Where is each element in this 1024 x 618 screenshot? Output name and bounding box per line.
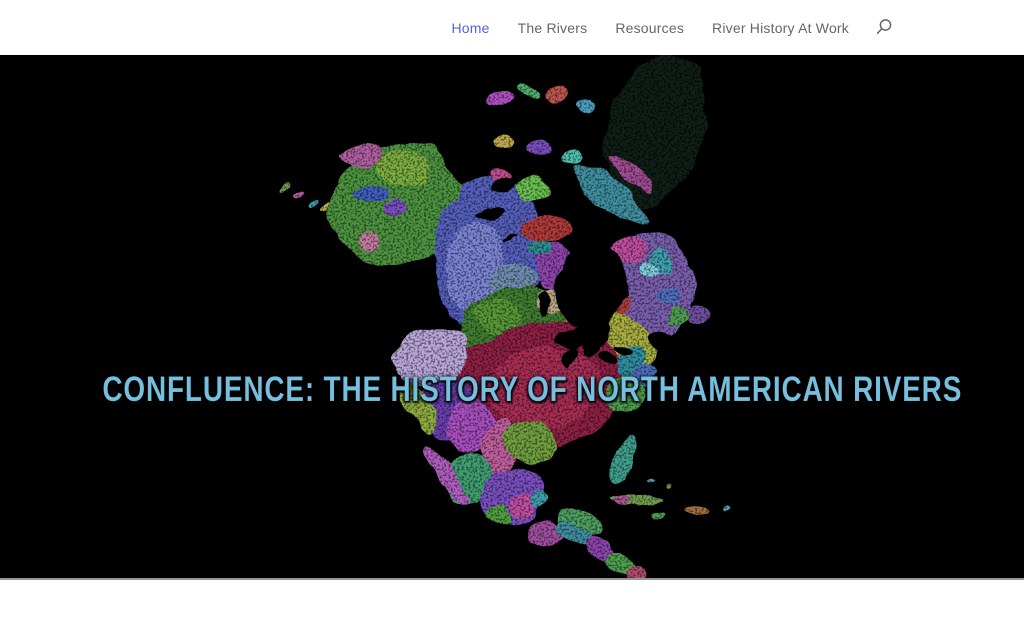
main-nav: Home The Rivers Resources River History At …: [451, 20, 849, 36]
basin-quebec-cyan: [638, 259, 658, 275]
basin-bahama-1: [647, 477, 653, 481]
hero-section: CONFLUENCE: THE HISTORY OF NORTH AMERICA…: [0, 55, 1024, 578]
basin-saskatchewan-light-green: [472, 299, 524, 331]
basin-arctic-island-7: [560, 151, 582, 165]
hero-title: CONFLUENCE: THE HISTORY OF NORTH AMERICA…: [102, 369, 921, 411]
basin-yukon-delta-blue: [357, 184, 387, 202]
search-button[interactable]: [873, 16, 896, 39]
basin-arctic-island-3: [544, 88, 568, 102]
basin-alaska-purple: [382, 200, 404, 216]
basin-keewatin-teal: [528, 238, 552, 256]
content-strip: [0, 578, 1024, 618]
basin-jamaica: [653, 515, 667, 521]
site-header: Home The Rivers Resources River History At …: [0, 0, 1024, 55]
basin-quebec-blue: [656, 287, 680, 307]
basin-bahama-2: [665, 487, 671, 491]
search-icon: [875, 18, 894, 37]
basin-quebec-green: [666, 308, 686, 326]
nav-item-the-rivers[interactable]: The Rivers: [518, 20, 588, 36]
basin-puerto-rico: [722, 502, 730, 506]
nav-item-home[interactable]: Home: [451, 20, 489, 36]
basin-mexico-green: [489, 506, 511, 524]
basin-mexico-teal: [530, 492, 550, 508]
nav-item-resources[interactable]: Resources: [615, 20, 684, 36]
river-basin-map: [0, 55, 1024, 578]
nav-item-river-history-at-work[interactable]: River History At Work: [712, 20, 849, 36]
